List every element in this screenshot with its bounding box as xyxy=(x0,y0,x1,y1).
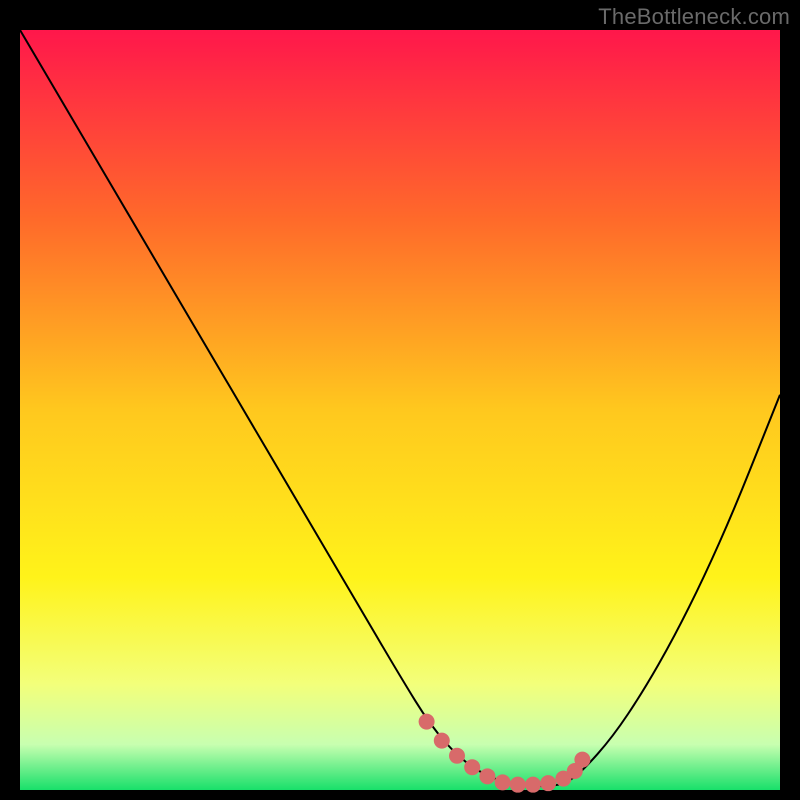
bottleneck-chart xyxy=(0,0,800,800)
highlight-dot xyxy=(540,775,556,791)
highlight-dot xyxy=(434,733,450,749)
highlight-dot xyxy=(495,774,511,790)
highlight-dot xyxy=(449,748,465,764)
chart-frame: TheBottleneck.com xyxy=(0,0,800,800)
highlight-dot xyxy=(525,777,541,793)
watermark-text: TheBottleneck.com xyxy=(598,4,790,30)
highlight-dot xyxy=(464,759,480,775)
highlight-dot xyxy=(574,752,590,768)
highlight-dot xyxy=(419,714,435,730)
highlight-dot xyxy=(510,777,526,793)
highlight-dot xyxy=(479,768,495,784)
